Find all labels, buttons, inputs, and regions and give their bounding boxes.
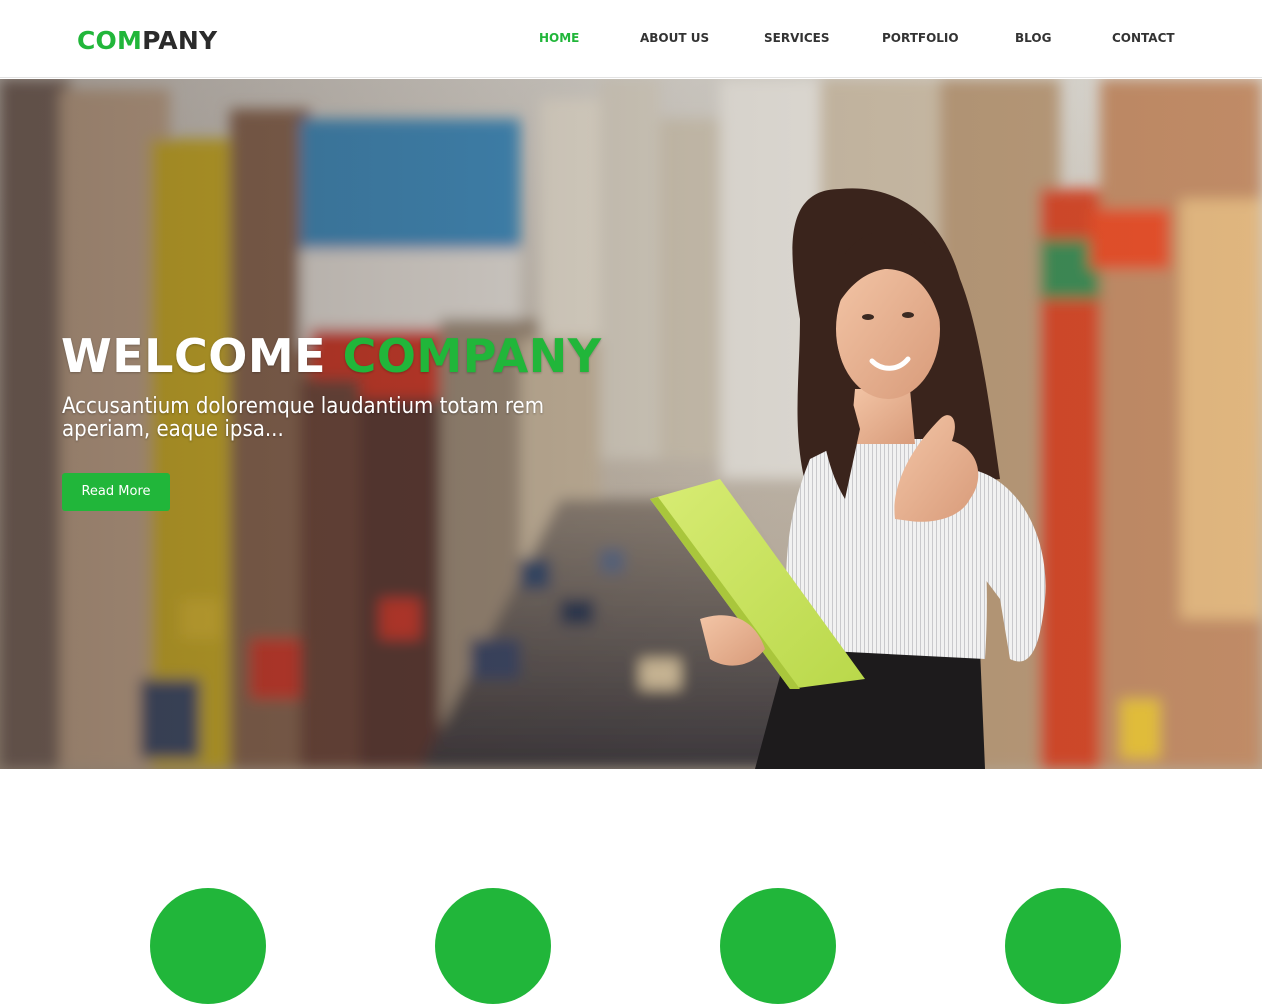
- nav-portfolio[interactable]: PORTFOLIO: [882, 30, 959, 46]
- hero-title-part-1: WELCOME: [61, 329, 327, 383]
- nav-blog[interactable]: BLOG: [1015, 30, 1051, 46]
- nav-about-us[interactable]: ABOUT US: [640, 30, 709, 46]
- site-logo[interactable]: COMPANY: [77, 26, 217, 56]
- logo-part-2: PANY: [142, 26, 218, 55]
- feature-circle-1: [150, 888, 266, 1004]
- woman-with-folder-image: [640, 179, 1060, 769]
- feature-circle-4: [1005, 888, 1121, 1004]
- nav-contact[interactable]: CONTACT: [1112, 30, 1175, 46]
- hero-subtitle: Accusantium doloremque laudantium totam …: [62, 394, 545, 442]
- read-more-button[interactable]: Read More: [62, 473, 170, 511]
- hero-banner: WELCOME COMPANY Accusantium doloremque l…: [0, 79, 1262, 769]
- feature-circle-3: [720, 888, 836, 1004]
- feature-circle-2: [435, 888, 551, 1004]
- nav-services[interactable]: SERVICES: [764, 30, 829, 46]
- hero-title-part-2: COMPANY: [342, 329, 602, 383]
- nav-home[interactable]: HOME: [539, 30, 579, 46]
- logo-part-1: COM: [77, 26, 143, 55]
- site-header: COMPANY HOME ABOUT US SERVICES PORTFOLIO…: [0, 0, 1262, 78]
- hero-title: WELCOME COMPANY: [61, 327, 602, 385]
